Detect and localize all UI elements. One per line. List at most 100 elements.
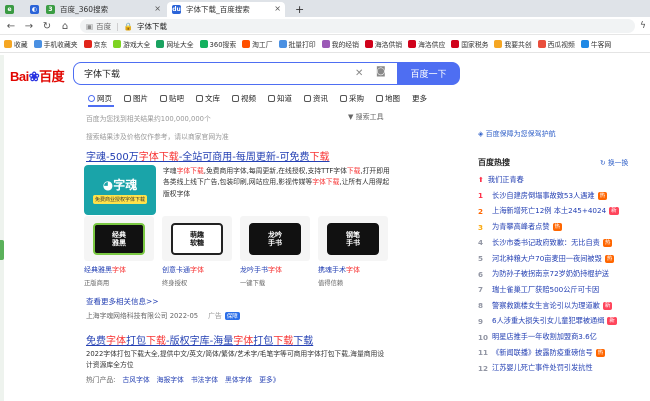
tab-label: 图片 [133, 93, 148, 103]
hot-search-item[interactable]: 3 为青攀高峰者点赞热 [478, 222, 563, 232]
title-part: -全站可商用-每周更新-可免费 [178, 152, 310, 163]
hot-search-item[interactable]: 11 《新闻联播》披露防疫重磅信号热 [478, 347, 606, 358]
paw-icon: ❀ [28, 69, 40, 84]
bookmark-item[interactable]: 批量打印 [278, 39, 316, 49]
tab-6[interactable]: 知道 [268, 92, 292, 104]
font-thumb[interactable]: 萌趣 软糖 创意卡通字体 终身授权 [162, 216, 232, 287]
bookmark-item[interactable]: 西瓜视频 [537, 39, 575, 49]
hot-search-item[interactable]: 5 河北种粮大户70亩麦田一夜间被毁热 [478, 254, 615, 264]
new-tab-button[interactable]: + [290, 2, 304, 17]
back-icon[interactable]: ← [4, 19, 18, 33]
address-separator: | [116, 21, 119, 31]
tab-7[interactable]: 资讯 [304, 92, 328, 104]
bookmark-item[interactable]: 游戏大全 [113, 39, 150, 49]
bookmark-item[interactable]: 我要共创 [494, 39, 532, 49]
source-text: 上海字魂网络科技有限公司 2022-05 [86, 312, 199, 320]
reload-icon[interactable]: ↻ [40, 19, 54, 33]
hot-rank: 7 [478, 285, 484, 295]
bookmark-item[interactable]: 网址大全 [156, 39, 194, 49]
tab-2[interactable]: 图片 [124, 92, 148, 104]
hot-search-item[interactable]: 2 上海新增死亡12例 本土245+4024 新 [478, 206, 619, 216]
quick-link[interactable]: 黑体字体 [225, 376, 252, 384]
bookmark-item[interactable]: 360搜索 [199, 39, 236, 49]
bookmark-label: 淘工厂 [252, 41, 273, 49]
bookmark-item[interactable]: 收藏 [4, 39, 28, 49]
quick-link[interactable]: 更多》 [259, 376, 279, 384]
tab-10[interactable]: 更多 [412, 92, 427, 104]
font-thumb[interactable]: 龙吟 手书 龙吟手书字体 一键下载 [240, 216, 310, 287]
baidu-icon: du [172, 5, 181, 14]
tab-1[interactable]: 网页 [88, 92, 112, 104]
bookmark-item[interactable]: 牛客网 [580, 39, 611, 49]
hot-search-item[interactable]: 7 瑞士雀巢工厂获赔500公斤可卡因 [478, 285, 599, 295]
home-icon[interactable]: ⌂ [58, 19, 72, 33]
search-icon [88, 94, 95, 102]
hot-search-item[interactable]: ⬆ 我们正青春 [478, 175, 524, 185]
result-thumbnail[interactable]: ◕ 字魂 免费商业授权字体下载 [84, 165, 156, 215]
result-title[interactable]: 免费字体打包下载-版权字库-海量字体打包下载下载 [86, 332, 313, 347]
search-input[interactable]: 字体下载 [73, 62, 397, 85]
close-icon[interactable]: × [274, 4, 281, 13]
bookmark-icon [537, 40, 546, 48]
search-button[interactable]: 百度一下 [397, 62, 460, 85]
hot-search-item[interactable]: 4 长沙市委书记政府致歉：无比自责热 [478, 238, 613, 248]
hot-search-item[interactable]: 8 警察救跳楼女生言论引以为理道歉新 [478, 301, 613, 311]
result-title[interactable]: 字魂-500万字体下载-全站可商用-每周更新-可免费下载 [86, 148, 330, 163]
forward-icon[interactable]: → [22, 19, 36, 33]
quick-link[interactable]: 书法字体 [191, 376, 218, 384]
bookmark-item[interactable]: 国家税务 [451, 39, 488, 49]
hot-rank: 3 [478, 222, 484, 232]
hot-search-item[interactable]: 12 江苏婴儿死亡事件处罚引发抗性 [478, 363, 593, 373]
bookmark-item[interactable]: 我的经销 [321, 39, 359, 49]
bookmark-label: 海洛供销 [374, 41, 403, 49]
font-caption[interactable]: 创意卡通字体 [162, 265, 232, 275]
bookmark-item[interactable]: 海洛供应 [408, 39, 445, 49]
tab-baidu-search[interactable]: du 字体下载_百度搜索 × [167, 2, 285, 17]
font-thumb[interactable]: 钢笔 手书 携魂手术字体 值得信赖 [318, 216, 388, 287]
bookmark-icon [199, 40, 208, 48]
lightning-icon[interactable]: ϟ [636, 19, 650, 33]
hot-text: 为青攀高峰者点赞 [492, 222, 550, 232]
address-host: 百度 [96, 21, 112, 31]
close-icon[interactable]: × [154, 4, 161, 13]
font-caption[interactable]: 携魂手术字体 [318, 265, 388, 275]
quick-link[interactable]: 古风字体 [122, 376, 149, 384]
zhidao-icon [268, 94, 275, 102]
thumb-tagline: 免费商业授权字体下载 [92, 195, 147, 204]
tab-9[interactable]: 地图 [376, 92, 400, 104]
font-caption[interactable]: 龙吟手书字体 [240, 265, 310, 275]
quick-link[interactable]: 海报字体 [157, 376, 184, 384]
bookmark-icon [408, 40, 417, 48]
refresh-hot-button[interactable]: ↻ 换一换 [600, 157, 628, 167]
bookmark-item[interactable]: 手机收藏夹 [33, 39, 78, 49]
caption-text: 经典雅黑 [84, 266, 112, 274]
hot-search-item[interactable]: 9 6人涉重大损失引女儿童犯罪被通缉新 [478, 316, 617, 326]
tab-3[interactable]: 贴吧 [160, 92, 184, 104]
tab-5[interactable]: 视频 [232, 92, 256, 104]
tab-label: 地图 [385, 93, 400, 103]
clear-icon[interactable]: ✕ [355, 68, 363, 79]
more-info-link[interactable]: 查看更多相关信息>> [86, 296, 159, 307]
search-tools-button[interactable]: ▼ 搜索工具 [348, 112, 384, 122]
bookmark-item[interactable]: 海洛供销 [364, 39, 403, 49]
hot-rank: 11 [478, 348, 489, 358]
hot-search-item[interactable]: 6 为防孙子被拐南京72岁奶奶持棍护送 [478, 269, 609, 279]
refresh-label: 换一换 [607, 159, 629, 167]
address-bar[interactable]: ▣ 百度 | 🔒 字体下载 [80, 19, 635, 33]
tab-4[interactable]: 文库 [196, 92, 220, 104]
tab-360[interactable]: 3 百度_360搜索 × [41, 2, 165, 17]
tab-8[interactable]: 采购 [340, 92, 364, 104]
hot-search-item[interactable]: 1 长沙自建房倒塌事故致53人遇难热 [478, 191, 608, 201]
bookmark-item[interactable]: 京东 [83, 39, 107, 49]
hot-search-item[interactable]: 10 明星店推手一年收割加盟商3.6亿 [478, 332, 597, 342]
font-caption[interactable]: 经典雅黑字体 [84, 265, 154, 275]
sidebar-marker[interactable] [0, 240, 4, 260]
hot-text: 《新闻联播》披露防疫重磅信号 [492, 347, 593, 357]
protection-link[interactable]: ◈ 百度保障为您保驾护航 [478, 129, 556, 139]
filter-icon: ▼ [348, 113, 356, 121]
camera-icon[interactable]: ◙ [376, 66, 386, 77]
baidu-logo[interactable]: Bai❀百度 [10, 66, 65, 85]
caption-highlight: 字体 [112, 266, 126, 274]
bookmark-item[interactable]: 淘工厂 [242, 39, 273, 49]
font-thumb[interactable]: 经典 雅黑 经典雅黑字体 正版商用 [84, 216, 154, 287]
